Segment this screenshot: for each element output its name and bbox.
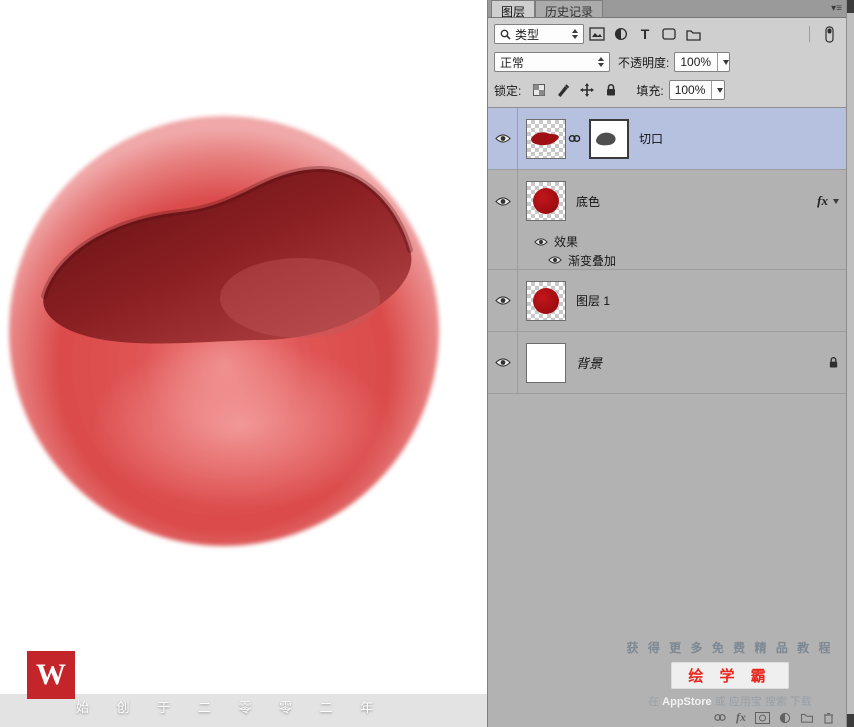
layer-row-layer1[interactable]: 图层 1 xyxy=(488,270,846,332)
opacity-value: 100% xyxy=(680,55,712,69)
watermark-logo: W xyxy=(27,651,75,699)
eye-icon xyxy=(548,256,562,264)
eye-icon xyxy=(494,134,511,143)
dock-edge-bottom-cap xyxy=(847,714,854,727)
promo-brand: 绘 学 霸 xyxy=(671,662,789,689)
red-ball-artwork xyxy=(9,116,439,546)
fill-label: 填充: xyxy=(636,83,664,98)
red-circle-thumb xyxy=(533,188,559,214)
lock-all-icon[interactable] xyxy=(600,80,622,100)
layer-name[interactable]: 切口 xyxy=(639,130,663,147)
filter-adjustment-layers-icon[interactable] xyxy=(610,24,632,44)
filter-shape-layers-icon[interactable] xyxy=(658,24,680,44)
effect-label[interactable]: 渐变叠加 xyxy=(568,252,616,269)
eye-icon xyxy=(534,237,548,246)
fill-dropdown[interactable]: 100% xyxy=(668,80,725,100)
layer-thumbnail[interactable] xyxy=(526,342,566,383)
effects-collapse-icon[interactable] xyxy=(833,198,839,204)
layer-panel-footer: fx xyxy=(713,710,834,725)
layers-panel: 图层 历史记录 ▾≡ 类型 T 正常 不透明度: 100% 锁定: 填充: 10… xyxy=(487,0,846,727)
updown-arrows-icon xyxy=(565,29,578,39)
panel-tab-bar: 图层 历史记录 ▾≡ xyxy=(488,0,846,19)
dropdown-arrow-icon[interactable] xyxy=(717,53,730,71)
blend-mode-value: 正常 xyxy=(500,55,525,70)
layer-controls: 类型 T 正常 不透明度: 100% 锁定: 填充: 100% xyxy=(488,18,846,108)
effects-visibility-toggle[interactable] xyxy=(534,237,548,247)
panel-menu-icon[interactable]: ▾≡ xyxy=(831,4,842,14)
red-circle-thumb xyxy=(533,287,559,314)
new-adjustment-icon[interactable] xyxy=(779,712,791,724)
delete-layer-icon[interactable] xyxy=(823,712,834,724)
tab-layers[interactable]: 图层 xyxy=(491,0,536,19)
lock-transparency-icon[interactable] xyxy=(528,80,550,100)
filter-row: 类型 T xyxy=(494,23,840,45)
opacity-label: 不透明度: xyxy=(618,55,670,70)
eye-icon xyxy=(494,196,511,206)
filter-pixel-layers-icon[interactable] xyxy=(586,24,608,44)
fill-value: 100% xyxy=(674,83,706,97)
visibility-toggle[interactable] xyxy=(488,270,518,331)
layer-name[interactable]: 背景 xyxy=(576,353,602,372)
lock-row: 锁定: 填充: 100% xyxy=(494,79,840,101)
promo-line3: 在 AppStore 或 应用宝 搜索 下载 xyxy=(648,696,812,708)
layer-filter-dropdown[interactable]: 类型 xyxy=(494,24,584,44)
mask-link-icon[interactable] xyxy=(568,132,581,146)
dropdown-arrow-icon[interactable] xyxy=(711,81,724,99)
dock-edge-top-cap xyxy=(847,0,854,13)
link-layers-icon[interactable] xyxy=(713,713,727,722)
new-group-icon[interactable] xyxy=(800,712,814,723)
lock-move-icon[interactable] xyxy=(576,80,598,100)
layer-name[interactable]: 图层 1 xyxy=(576,292,610,309)
updown-arrows-icon xyxy=(591,57,604,67)
divider xyxy=(809,26,810,42)
layer-row-base-color[interactable]: 底色 fx xyxy=(488,170,846,232)
layer-list: 切口 底色 fx 效果 渐变叠加 图层 1 背景 获 得 更 多 免 费 精 品… xyxy=(488,108,846,727)
fx-badge[interactable]: fx xyxy=(817,193,828,209)
effects-header-label[interactable]: 效果 xyxy=(554,233,578,250)
layer-filter-value: 类型 xyxy=(515,27,540,42)
promo-overlay: 获 得 更 多 免 费 精 品 教 程 绘 学 霸 在 AppStore 或 应… xyxy=(624,639,836,709)
layer-thumbnail[interactable] xyxy=(526,181,566,221)
watermark-text: 始 创 于 二 零 零 二 年 xyxy=(76,700,386,715)
layer-row-background[interactable]: 背景 xyxy=(488,332,846,394)
search-icon xyxy=(500,29,511,40)
filter-smart-objects-icon[interactable] xyxy=(682,24,704,44)
add-mask-icon[interactable] xyxy=(755,711,770,724)
eye-icon xyxy=(494,358,511,367)
visibility-toggle[interactable] xyxy=(488,108,518,169)
eye-column xyxy=(488,232,518,251)
tab-history[interactable]: 历史记录 xyxy=(535,0,604,19)
layer-name[interactable]: 底色 xyxy=(576,193,600,210)
promo-line1: 获 得 更 多 免 费 精 品 教 程 xyxy=(626,641,834,655)
visibility-toggle[interactable] xyxy=(488,332,518,393)
effect-gradient-overlay-row[interactable]: 渐变叠加 xyxy=(488,251,846,270)
background-lock-icon xyxy=(829,356,838,368)
visibility-toggle[interactable] xyxy=(488,170,518,232)
layer-thumbnail[interactable] xyxy=(526,280,566,321)
layer-filtering-toggle-icon[interactable] xyxy=(818,24,840,44)
layer-thumbnail[interactable] xyxy=(526,118,566,159)
blend-row: 正常 不透明度: 100% xyxy=(494,51,840,73)
eye-column xyxy=(488,251,518,269)
opacity-dropdown[interactable]: 100% xyxy=(674,52,731,72)
canvas-area[interactable]: W 始 创 于 二 零 零 二 年 xyxy=(0,0,487,727)
effects-header-row[interactable]: 效果 xyxy=(488,232,846,251)
photoshop-window: W 始 创 于 二 零 零 二 年 图层 历史记录 ▾≡ 类型 T 正常 不透明… xyxy=(0,0,854,727)
lock-label: 锁定: xyxy=(494,83,522,98)
dock-edge-strip[interactable] xyxy=(846,0,854,727)
filter-type-layers-icon[interactable]: T xyxy=(634,24,656,44)
eye-icon xyxy=(494,296,511,305)
blend-mode-dropdown[interactable]: 正常 xyxy=(494,52,610,72)
effect-visibility-toggle[interactable] xyxy=(548,255,562,265)
layer-style-icon[interactable]: fx xyxy=(736,710,746,725)
mask-thumbnail[interactable] xyxy=(589,118,629,159)
lock-paint-icon[interactable] xyxy=(552,80,574,100)
layer-row-cut[interactable]: 切口 xyxy=(488,108,846,170)
